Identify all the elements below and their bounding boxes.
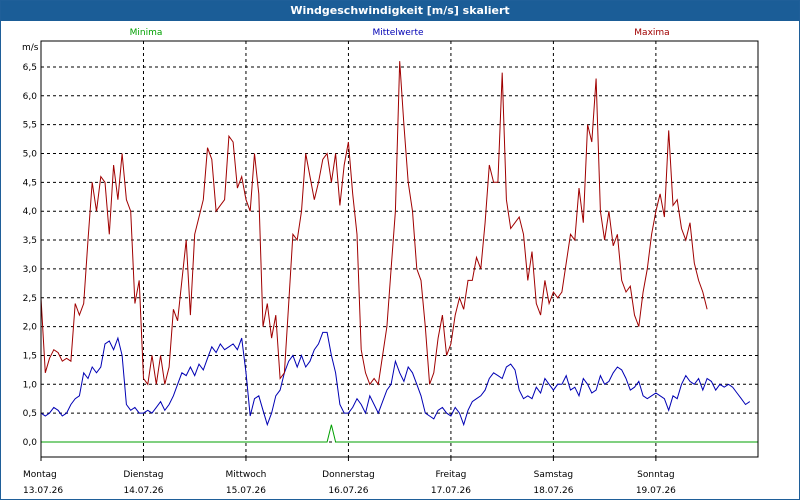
y-tick-label: 1,0 [23, 380, 38, 390]
x-date-label: 19.07.26 [636, 486, 676, 496]
series-line-minima [41, 424, 759, 443]
x-day-label: Mittwoch [226, 470, 267, 480]
y-tick-label: 6,5 [23, 63, 37, 73]
y-tick-label: 3,5 [23, 236, 37, 246]
series-line-maxima [40, 61, 708, 386]
y-axis-unit: m/s [22, 43, 39, 53]
grid [41, 41, 758, 457]
legend-item-mittelwerte: Mittelwerte [372, 28, 423, 38]
y-tick-label: 5,0 [23, 150, 38, 160]
x-day-label: Sonntag [637, 470, 674, 480]
y-tick-label: 4,0 [23, 207, 38, 217]
y-tick-label: 4,5 [23, 178, 37, 188]
x-date-label: 17.07.26 [431, 486, 471, 496]
chart-window: Windgeschwindigkeit [m/s] skaliert 0,0 0,… [0, 0, 800, 500]
y-tick-label: 3,0 [23, 265, 38, 275]
x-axis-labels: Montag 13.07.26 Dienstag 14.07.26 Mittwoch 15… [23, 457, 676, 496]
y-tick-label: 2,0 [23, 323, 38, 333]
x-date-label: 16.07.26 [328, 486, 368, 496]
x-date-label: 14.07.26 [123, 486, 163, 496]
y-tick-label: 5,5 [23, 121, 37, 131]
x-date-label: 15.07.26 [226, 486, 266, 496]
x-day-label: Freitag [436, 470, 467, 480]
series-line-mittelwerte [40, 331, 751, 427]
series-lines [40, 61, 759, 443]
x-date-label: 18.07.26 [533, 486, 573, 496]
legend: Minima Mittelwerte Maxima [130, 28, 670, 38]
wind-speed-chart: 0,0 0,5 1,0 1,5 2,0 2,5 3,0 3,5 4,0 4,5 5,0 5,5 6,0 6… [22, 28, 759, 496]
x-day-label: Donnerstag [322, 470, 375, 480]
y-tick-label: 2,5 [23, 294, 37, 304]
x-day-label: Dienstag [123, 470, 163, 480]
y-tick-label: 1,5 [23, 351, 37, 361]
plot-border [40, 40, 759, 458]
legend-item-maxima: Maxima [634, 28, 669, 38]
y-tick-label: 6,0 [23, 92, 38, 102]
y-axis-ticks: 0,0 0,5 1,0 1,5 2,0 2,5 3,0 3,5 4,0 4,5 5,0 5,5 6,0 6… [23, 63, 38, 448]
y-tick-label: 0,5 [23, 409, 37, 419]
x-day-label: Samstag [534, 470, 573, 480]
legend-item-minima: Minima [130, 28, 163, 38]
x-date-label: 13.07.26 [23, 486, 63, 496]
x-day-label: Montag [23, 470, 57, 480]
y-tick-label: 0,0 [23, 438, 38, 448]
